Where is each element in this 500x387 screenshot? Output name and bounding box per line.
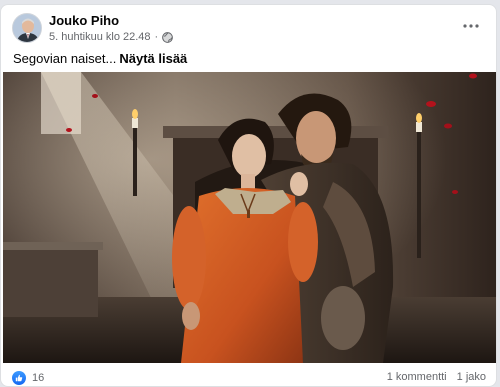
author-avatar[interactable] [12,13,42,43]
post-header: Jouko Piho 5. huhtikuu klo 22.48 · [1,5,496,49]
facebook-post: Jouko Piho 5. huhtikuu klo 22.48 · Segov… [0,4,497,387]
post-meta: 5. huhtikuu klo 22.48 · [49,31,174,43]
post-image[interactable] [3,72,496,363]
avatar-portrait [13,14,41,42]
meta-separator: · [154,31,159,43]
engagement-stats: 1 kommentti 1 jako [387,371,486,383]
reactions-summary[interactable]: 16 [12,371,44,385]
author-name[interactable]: Jouko Piho [49,13,119,28]
more-options-button[interactable] [460,17,482,35]
shares-count-link[interactable]: 1 jako [457,371,486,383]
post-timestamp[interactable]: 5. huhtikuu klo 22.48 [49,31,151,43]
see-more-link[interactable]: Näytä lisää [119,51,187,66]
post-caption: Segovian naiset... Näytä lisää [13,51,187,66]
couple-scene-image [3,72,496,363]
reaction-count: 16 [32,372,45,384]
caption-text: Segovian naiset... [13,51,117,66]
like-icon [12,371,26,385]
globe-icon [162,31,174,43]
ellipsis-icon [463,24,479,28]
post-footer: 16 1 kommentti 1 jako [1,367,496,386]
comments-count-link[interactable]: 1 kommentti [387,371,447,383]
